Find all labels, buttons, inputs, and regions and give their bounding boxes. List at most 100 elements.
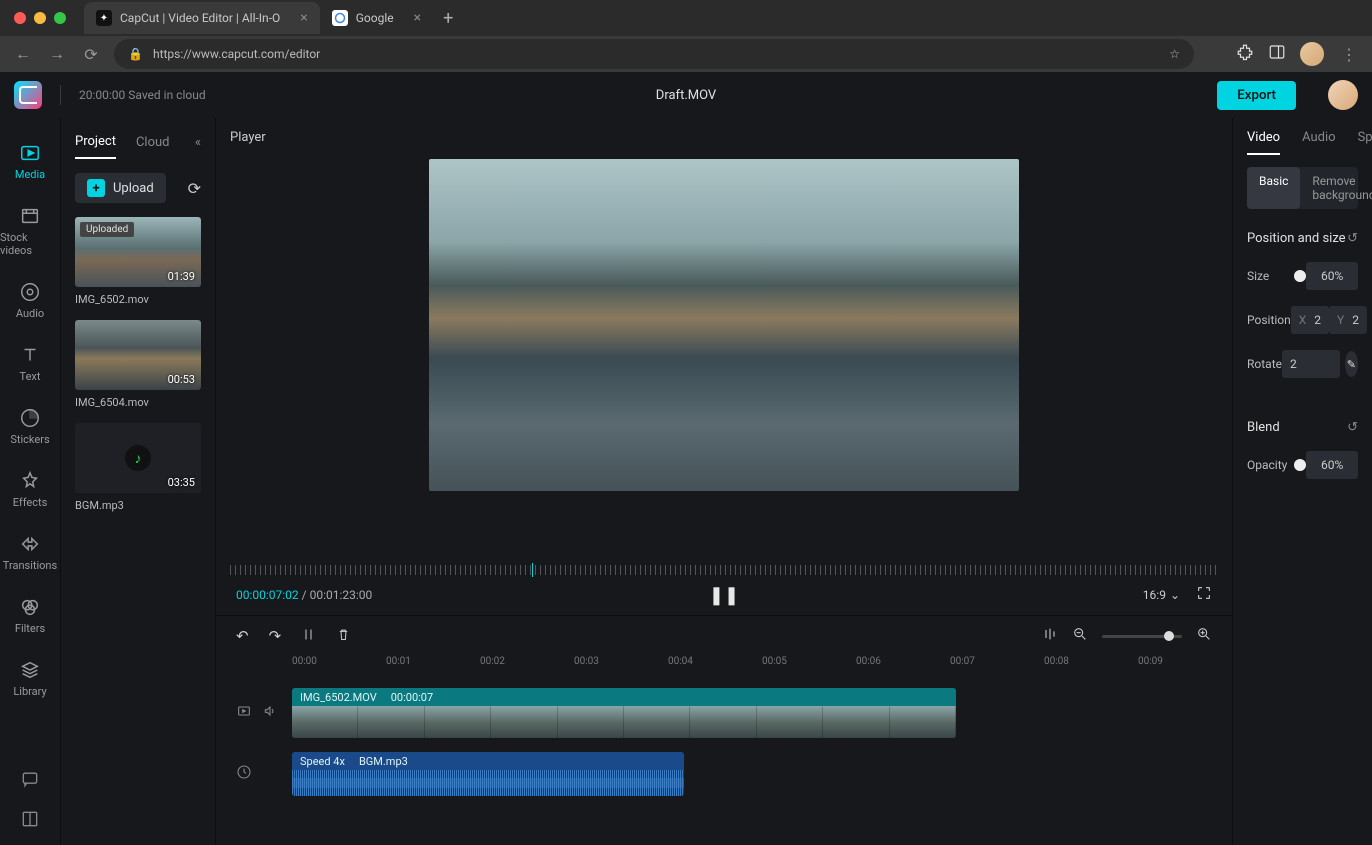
preview-canvas[interactable] [429, 159, 1019, 491]
save-status: 20:00:00 Saved in cloud [79, 88, 206, 102]
collapse-panel-icon[interactable]: « [195, 135, 201, 158]
export-button[interactable]: Export [1217, 81, 1296, 110]
layout-icon[interactable] [20, 809, 40, 833]
lock-icon: 🔒 [128, 47, 143, 61]
forward-button[interactable]: → [46, 44, 68, 64]
rotate-indicator-icon[interactable]: ✎ [1345, 351, 1358, 377]
sidebar-item-filters[interactable]: Filters [0, 588, 60, 643]
fullscreen-button[interactable] [1196, 585, 1212, 605]
sidebar-item-media[interactable]: Media [0, 134, 60, 189]
sidebar-item-label: Media [15, 168, 45, 181]
sidebar-item-transitions[interactable]: Transitions [0, 525, 60, 580]
delete-button[interactable] [336, 627, 351, 646]
app-header: 20:00:00 Saved in cloud Draft.MOV Export [0, 72, 1372, 118]
profile-avatar[interactable] [1300, 42, 1324, 66]
mute-track-icon[interactable] [262, 703, 278, 723]
maximize-window-icon[interactable] [54, 12, 66, 24]
sidebar-item-label: Audio [16, 307, 44, 320]
bookmark-icon[interactable]: ☆ [1169, 47, 1180, 61]
tab-speed[interactable]: Speed [1358, 130, 1372, 155]
favicon-capcut-icon: ✦ [96, 10, 112, 26]
browser-tab-google[interactable]: Google × [320, 2, 433, 34]
playhead-icon [532, 563, 533, 577]
clip-speed: Speed 4x [300, 755, 345, 768]
reset-icon[interactable]: ↺ [1347, 231, 1358, 246]
section-blend: Blend [1247, 420, 1280, 435]
media-filename: IMG_6502.mov [75, 293, 201, 306]
sidebar-item-stickers[interactable]: Stickers [0, 399, 60, 454]
sidebar-item-label: Effects [13, 496, 48, 509]
split-button[interactable] [301, 627, 316, 646]
aspect-ratio-select[interactable]: 16:9 ⌄ [1143, 588, 1180, 602]
sidebar-item-label: Library [13, 685, 46, 698]
player-ruler[interactable] [230, 565, 1218, 575]
tab-title: Google [356, 11, 394, 25]
chat-icon[interactable] [20, 769, 40, 793]
audio-track-icon[interactable] [236, 764, 252, 784]
video-track-icon[interactable] [236, 703, 252, 723]
tab-project[interactable]: Project [75, 134, 116, 159]
user-avatar[interactable] [1328, 80, 1358, 110]
subtab-remove-bg[interactable]: Remove background [1300, 167, 1372, 209]
rotate-input[interactable]: 2 [1282, 350, 1340, 378]
video-clip[interactable]: IMG_6502.MOV 00:00:07 [292, 688, 956, 738]
duration-label: 03:35 [168, 476, 195, 489]
position-y-input[interactable]: Y2 [1329, 306, 1367, 334]
document-title[interactable]: Draft.MOV [656, 88, 716, 103]
sidebar-item-label: Transitions [3, 559, 57, 572]
browser-tab-capcut[interactable]: ✦ CapCut | Video Editor | All-In-O × [84, 2, 320, 34]
tab-audio[interactable]: Audio [1302, 130, 1335, 155]
inspector-panel: Video Audio Speed Animation Basic Remove… [1232, 118, 1372, 845]
minimize-window-icon[interactable] [34, 12, 46, 24]
size-label: Size [1247, 269, 1294, 283]
url-input[interactable]: 🔒 https://www.capcut.com/editor ☆ [114, 39, 1194, 69]
pause-button[interactable]: ❚❚ [709, 585, 739, 606]
close-tab-icon[interactable]: × [300, 10, 307, 26]
panel-icon[interactable] [1268, 43, 1286, 65]
sidebar-item-audio[interactable]: Audio [0, 273, 60, 328]
audio-clip[interactable]: Speed 4x BGM.mp3 [292, 752, 684, 796]
music-icon: ♪ [125, 445, 151, 471]
position-x-input[interactable]: X2 [1291, 306, 1329, 334]
back-button[interactable]: ← [12, 44, 34, 64]
close-tab-icon[interactable]: × [414, 10, 421, 26]
menu-icon[interactable]: ⋮ [1338, 45, 1360, 64]
url-text: https://www.capcut.com/editor [153, 47, 320, 61]
reset-icon[interactable]: ↺ [1347, 420, 1358, 435]
reload-button[interactable]: ⟳ [80, 45, 102, 64]
tab-cloud[interactable]: Cloud [136, 135, 170, 158]
undo-button[interactable]: ↶ [236, 627, 249, 645]
refresh-icon[interactable]: ⟳ [188, 179, 201, 198]
favicon-google-icon [332, 10, 348, 26]
opacity-label: Opacity [1247, 458, 1294, 472]
new-tab-button[interactable]: + [433, 8, 463, 29]
capcut-logo-icon[interactable] [14, 81, 42, 109]
redo-button[interactable]: ↷ [269, 627, 282, 645]
subtab-basic[interactable]: Basic [1247, 167, 1300, 209]
sidebar-item-effects[interactable]: Effects [0, 462, 60, 517]
upload-button[interactable]: + Upload [75, 173, 166, 203]
opacity-value[interactable]: 60% [1306, 451, 1358, 479]
sidebar-item-library[interactable]: Library [0, 651, 60, 706]
zoom-out-button[interactable] [1072, 626, 1088, 646]
size-value[interactable]: 60% [1306, 262, 1358, 290]
primary-sidebar: Media Stock videos Audio Text Stickers E… [0, 118, 61, 845]
media-item[interactable]: Uploaded 01:39 IMG_6502.mov [75, 217, 201, 306]
zoom-in-button[interactable] [1196, 626, 1212, 646]
sidebar-item-text[interactable]: Text [0, 336, 60, 391]
time-current: 00:00:07:02 [236, 588, 299, 602]
player-label: Player [230, 130, 1218, 145]
keyframe-icon[interactable] [1042, 626, 1058, 646]
media-item[interactable]: 00:53 IMG_6504.mov [75, 320, 201, 409]
media-item[interactable]: ♪ 03:35 BGM.mp3 [75, 423, 201, 512]
extensions-icon[interactable] [1236, 43, 1254, 65]
sidebar-item-stock-videos[interactable]: Stock videos [0, 197, 60, 265]
timeline-ruler[interactable]: 00:00 00:01 00:02 00:03 00:04 00:05 00:0… [216, 656, 1232, 676]
media-filename: BGM.mp3 [75, 499, 201, 512]
duration-label: 01:39 [168, 270, 195, 283]
sidebar-item-label: Stickers [10, 433, 49, 446]
tab-video[interactable]: Video [1247, 130, 1280, 155]
window-controls [14, 12, 66, 24]
close-window-icon[interactable] [14, 12, 26, 24]
zoom-slider[interactable] [1102, 635, 1182, 638]
